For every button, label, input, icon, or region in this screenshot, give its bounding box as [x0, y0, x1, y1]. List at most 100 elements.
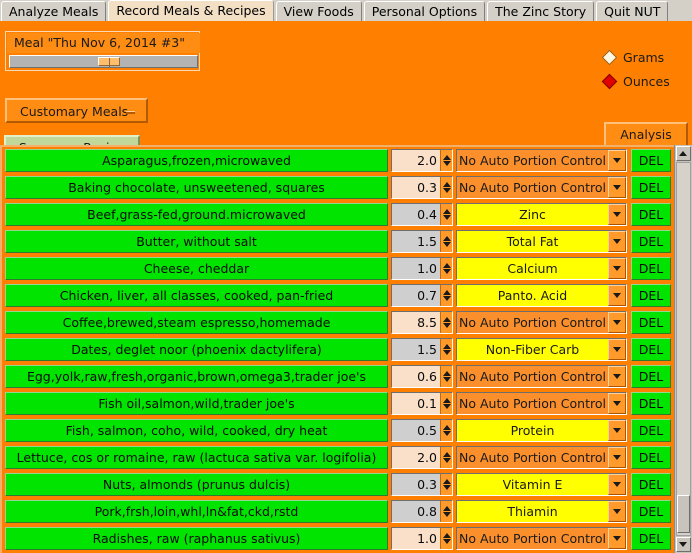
portion-dropdown-arrow-icon[interactable] — [608, 258, 626, 279]
delete-row-button[interactable]: DEL — [631, 176, 671, 199]
portion-dropdown-arrow-icon[interactable] — [608, 420, 626, 441]
spinner-buttons[interactable] — [440, 420, 452, 441]
amount-spinner[interactable]: 0.4 — [391, 203, 453, 226]
food-name-button[interactable]: Baking chocolate, unsweetened, squares — [5, 176, 388, 199]
portion-dropdown-arrow-icon[interactable] — [608, 231, 626, 252]
delete-row-button[interactable]: DEL — [631, 311, 671, 334]
spinner-buttons[interactable] — [440, 393, 452, 414]
portion-control-dropdown[interactable]: No Auto Portion Control — [456, 446, 627, 469]
portion-control-dropdown[interactable]: Non-Fiber Carb — [456, 338, 627, 361]
spinner-up-icon[interactable] — [442, 182, 451, 187]
scroll-up-button[interactable] — [676, 146, 691, 161]
spinner-buttons[interactable] — [440, 231, 452, 252]
delete-row-button[interactable]: DEL — [631, 473, 671, 496]
food-name-button[interactable]: Fish, salmon, coho, wild, cooked, dry he… — [5, 419, 388, 442]
food-name-button[interactable]: Lettuce, cos or romaine, raw (lactuca sa… — [5, 446, 388, 469]
spinner-down-icon[interactable] — [442, 215, 451, 220]
spinner-down-icon[interactable] — [442, 296, 451, 301]
delete-row-button[interactable]: DEL — [631, 338, 671, 361]
spinner-up-icon[interactable] — [442, 290, 451, 295]
portion-dropdown-arrow-icon[interactable] — [608, 204, 626, 225]
spinner-up-icon[interactable] — [442, 317, 451, 322]
portion-dropdown-arrow-icon[interactable] — [608, 474, 626, 495]
tab-quit-nut[interactable]: Quit NUT — [596, 1, 669, 21]
spinner-up-icon[interactable] — [442, 398, 451, 403]
portion-control-dropdown[interactable]: Vitamin E — [456, 473, 627, 496]
portion-control-dropdown[interactable]: Total Fat — [456, 230, 627, 253]
food-name-button[interactable]: Fish oil,salmon,wild,trader joe's — [5, 392, 388, 415]
spinner-up-icon[interactable] — [442, 209, 451, 214]
food-name-button[interactable]: Dates, deglet noor (phoenix dactylifera) — [5, 338, 388, 361]
food-name-button[interactable]: Radishes, raw (raphanus sativus) — [5, 527, 388, 550]
units-radio-ounces[interactable]: Ounces — [601, 73, 670, 90]
spinner-buttons[interactable] — [440, 474, 452, 495]
delete-row-button[interactable]: DEL — [631, 149, 671, 172]
portion-dropdown-arrow-icon[interactable] — [608, 177, 626, 198]
spinner-down-icon[interactable] — [442, 539, 451, 544]
spinner-down-icon[interactable] — [442, 161, 451, 166]
delete-row-button[interactable]: DEL — [631, 527, 671, 550]
amount-spinner[interactable]: 0.7 — [391, 284, 453, 307]
food-name-button[interactable]: Pork,frsh,loin,whl,ln&fat,ckd,rstd — [5, 500, 388, 523]
spinner-down-icon[interactable] — [442, 350, 451, 355]
scrollbar-track[interactable] — [676, 162, 691, 536]
food-list-scrollbar[interactable] — [674, 145, 692, 553]
delete-row-button[interactable]: DEL — [631, 392, 671, 415]
portion-dropdown-arrow-icon[interactable] — [608, 312, 626, 333]
scrollbar-thumb[interactable] — [677, 495, 690, 533]
food-name-button[interactable]: Cheese, cheddar — [5, 257, 388, 280]
spinner-buttons[interactable] — [440, 312, 452, 333]
spinner-up-icon[interactable] — [442, 425, 451, 430]
spinner-up-icon[interactable] — [442, 371, 451, 376]
units-radio-grams[interactable]: Grams — [601, 49, 664, 66]
food-name-button[interactable]: Chicken, liver, all classes, cooked, pan… — [5, 284, 388, 307]
spinner-up-icon[interactable] — [442, 155, 451, 160]
spinner-buttons[interactable] — [440, 285, 452, 306]
spinner-down-icon[interactable] — [442, 188, 451, 193]
tab-the-zinc-story[interactable]: The Zinc Story — [487, 1, 595, 21]
portion-control-dropdown[interactable]: No Auto Portion Control — [456, 527, 627, 550]
amount-spinner[interactable]: 1.0 — [391, 527, 453, 550]
portion-control-dropdown[interactable]: Calcium — [456, 257, 627, 280]
portion-control-dropdown[interactable]: No Auto Portion Control — [456, 365, 627, 388]
spinner-buttons[interactable] — [440, 339, 452, 360]
delete-row-button[interactable]: DEL — [631, 284, 671, 307]
amount-spinner[interactable]: 0.6 — [391, 365, 453, 388]
portion-dropdown-arrow-icon[interactable] — [608, 501, 626, 522]
customary-meals-menu-button[interactable]: Customary Meals — [5, 98, 148, 123]
spinner-up-icon[interactable] — [442, 452, 451, 457]
food-name-button[interactable]: Egg,yolk,raw,fresh,organic,brown,omega3,… — [5, 365, 388, 388]
spinner-buttons[interactable] — [440, 447, 452, 468]
portion-control-dropdown[interactable]: No Auto Portion Control — [456, 149, 627, 172]
tab-record-meals-recipes[interactable]: Record Meals & Recipes — [108, 0, 274, 21]
portion-dropdown-arrow-icon[interactable] — [608, 339, 626, 360]
spinner-up-icon[interactable] — [442, 506, 451, 511]
portion-control-dropdown[interactable]: Zinc — [456, 203, 627, 226]
delete-row-button[interactable]: DEL — [631, 419, 671, 442]
amount-spinner[interactable]: 0.3 — [391, 473, 453, 496]
amount-spinner[interactable]: 0.5 — [391, 419, 453, 442]
amount-spinner[interactable]: 2.0 — [391, 446, 453, 469]
spinner-down-icon[interactable] — [442, 431, 451, 436]
amount-spinner[interactable]: 8.5 — [391, 311, 453, 334]
portion-dropdown-arrow-icon[interactable] — [608, 150, 626, 171]
spinner-up-icon[interactable] — [442, 236, 451, 241]
amount-spinner[interactable]: 1.0 — [391, 257, 453, 280]
portion-control-dropdown[interactable]: Panto. Acid — [456, 284, 627, 307]
portion-control-dropdown[interactable]: No Auto Portion Control — [456, 392, 627, 415]
spinner-up-icon[interactable] — [442, 263, 451, 268]
amount-spinner[interactable]: 2.0 — [391, 149, 453, 172]
amount-spinner[interactable]: 0.1 — [391, 392, 453, 415]
meal-slider-track[interactable] — [9, 55, 198, 68]
spinner-buttons[interactable] — [440, 366, 452, 387]
spinner-down-icon[interactable] — [442, 269, 451, 274]
tab-analyze-meals[interactable]: Analyze Meals — [1, 1, 107, 21]
delete-row-button[interactable]: DEL — [631, 230, 671, 253]
food-name-button[interactable]: Nuts, almonds (prunus dulcis) — [5, 473, 388, 496]
spinner-down-icon[interactable] — [442, 512, 451, 517]
amount-spinner[interactable]: 1.5 — [391, 230, 453, 253]
spinner-buttons[interactable] — [440, 177, 452, 198]
scroll-down-button[interactable] — [676, 537, 691, 552]
portion-control-dropdown[interactable]: Protein — [456, 419, 627, 442]
delete-row-button[interactable]: DEL — [631, 446, 671, 469]
